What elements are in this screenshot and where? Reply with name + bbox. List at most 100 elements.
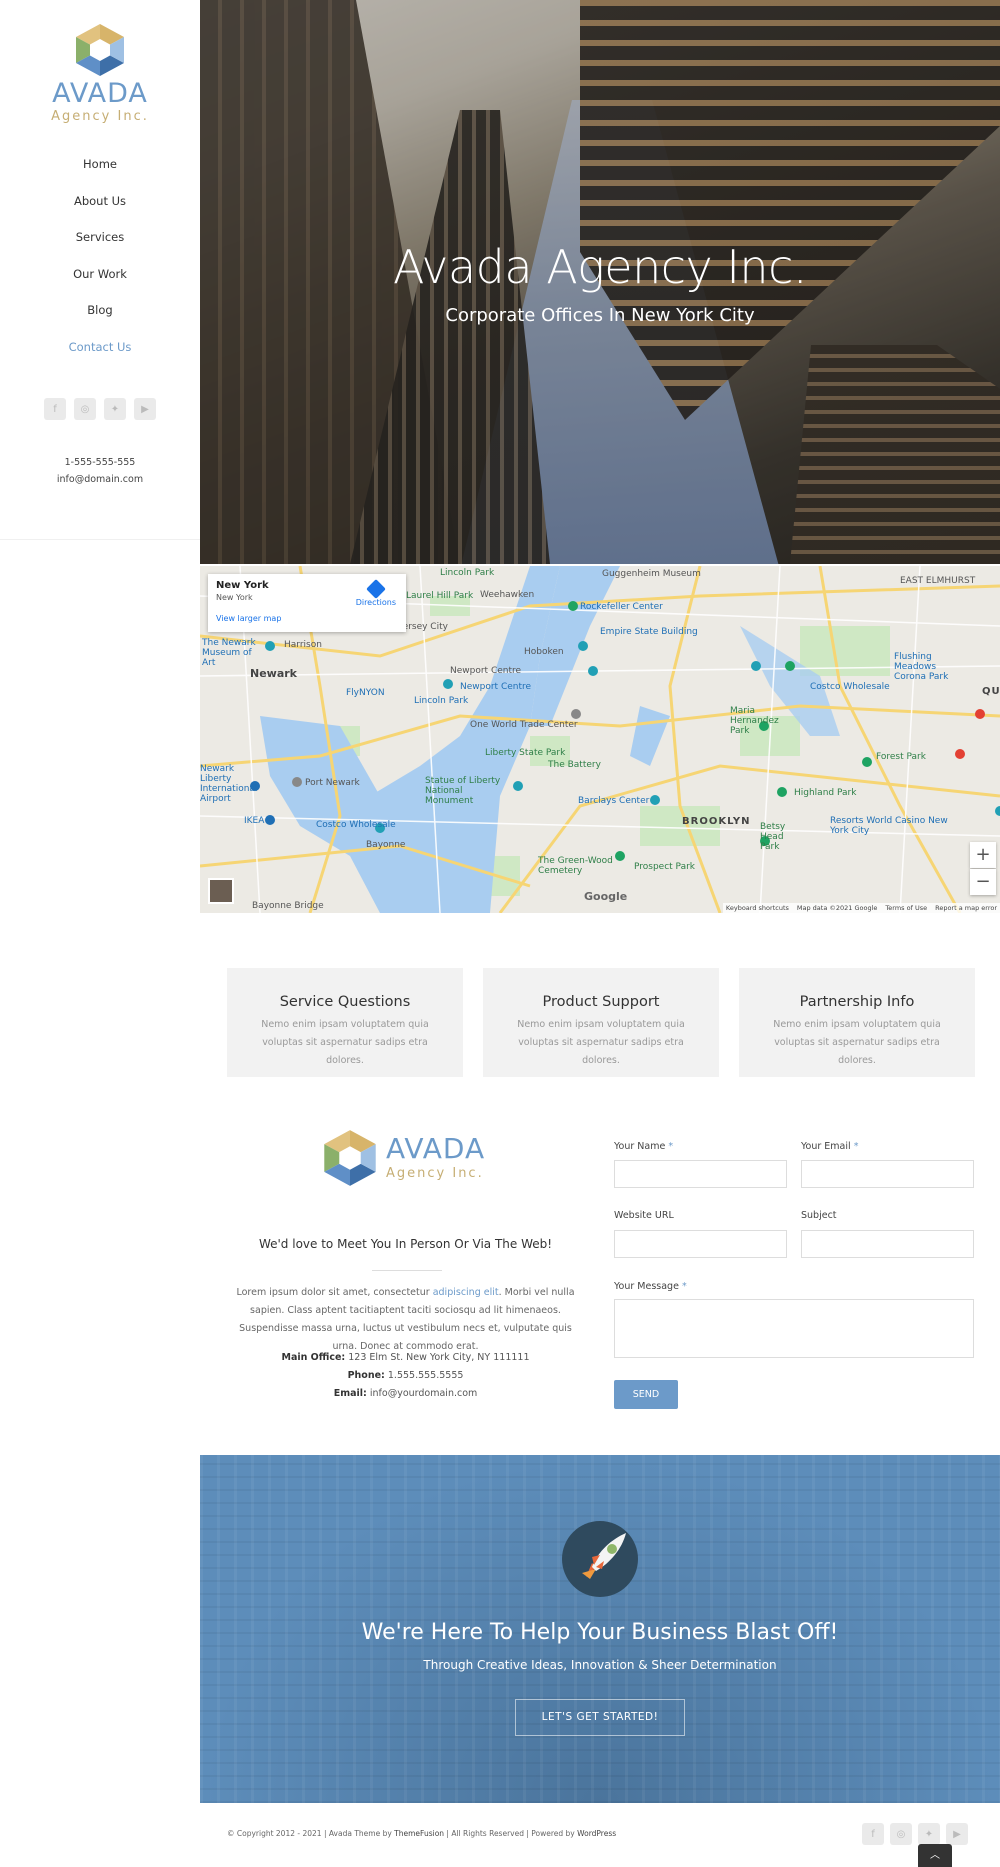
map-label: Guggenheim Museum (602, 569, 701, 579)
directions-icon (365, 579, 386, 599)
terms-of-use-link[interactable]: Terms of Use (885, 904, 927, 912)
map-label: One World Trade Center (470, 720, 578, 730)
map-info-card: New York New York View larger map Direct… (208, 574, 406, 632)
site-logo[interactable]: AVADA Agency Inc. (50, 22, 150, 124)
name-field[interactable] (614, 1160, 787, 1188)
map-label: BROOKLYN (682, 816, 751, 827)
map-label: Betsy Head Park (760, 822, 786, 852)
chevron-up-icon: ︿ (930, 1850, 940, 1861)
map-label: Hoboken (524, 647, 564, 657)
info-box-text: Nemo enim ipsam voluptatem quia voluptas… (773, 1019, 941, 1066)
hero-title: Avada Agency Inc. (393, 240, 808, 294)
zoom-out-button[interactable]: − (970, 869, 996, 895)
map-label: Port Newark (305, 778, 360, 788)
email-field[interactable] (801, 1160, 974, 1188)
nav-item-blog[interactable]: Blog (0, 298, 200, 335)
map-label: Costco Wholesale (810, 682, 890, 692)
website-url-label: Website URL (614, 1210, 674, 1221)
view-larger-map-link[interactable]: View larger map (216, 614, 398, 623)
message-field[interactable] (614, 1299, 974, 1358)
zoom-in-button[interactable]: + (970, 842, 996, 868)
nav-item-contact-us[interactable]: Contact Us (0, 335, 200, 372)
info-box-service-questions: Service Questions Nemo enim ipsam volupt… (227, 968, 463, 1077)
send-button[interactable]: SEND (614, 1380, 678, 1409)
cta-banner: We're Here To Help Your Business Blast O… (200, 1455, 1000, 1803)
street-view-thumbnail[interactable] (208, 878, 234, 904)
nav-item-home[interactable]: Home (0, 152, 200, 189)
twitter-icon[interactable]: ✦ (104, 398, 126, 420)
youtube-icon[interactable]: ▶ (946, 1823, 968, 1845)
contact-paragraph-link[interactable]: adipiscing elit (433, 1287, 499, 1298)
map-label: Prospect Park (634, 862, 696, 872)
map-label: Jersey City (400, 622, 448, 632)
info-box-title: Service Questions (279, 994, 411, 1010)
directions-label: Directions (355, 598, 396, 607)
sidebar-phone: 1-555-555-555 (64, 457, 136, 468)
email-field-label: Your Email * (801, 1141, 859, 1152)
map-label: Maria Hernandez Park (730, 706, 779, 736)
nav-item-our-work[interactable]: Our Work (0, 262, 200, 299)
google-map[interactable]: Guggenheim Museum Weehawken Lincoln Park… (200, 566, 1000, 913)
facebook-icon[interactable]: f (44, 398, 66, 420)
instagram-icon[interactable]: ◎ (890, 1823, 912, 1845)
sidebar-email[interactable]: info@domain.com (0, 471, 200, 488)
contact-phone: Phone: 1.555.555.5555 (347, 1370, 464, 1381)
logo-wordmark: AVADA (52, 78, 148, 109)
map-label: Barclays Center (578, 796, 650, 806)
contact-office: Main Office: 123 Elm St. New York City, … (281, 1352, 530, 1363)
subject-field[interactable] (801, 1230, 974, 1258)
map-label: Lincoln Park (440, 568, 495, 578)
info-box-title: Product Support (542, 994, 660, 1010)
logo-wordmark: AVADA (386, 1132, 486, 1165)
sidebar: AVADA Agency Inc. Home About Us Services… (0, 0, 200, 540)
keyboard-shortcuts-link[interactable]: Keyboard shortcuts (726, 904, 789, 912)
contact-email: Email: info@yourdomain.com (333, 1388, 478, 1399)
info-box-partnership-info: Partnership Info Nemo enim ipsam volupta… (739, 968, 975, 1077)
hexagon-logo-icon (76, 24, 124, 76)
info-box-title: Partnership Info (799, 994, 915, 1010)
wordpress-link[interactable]: WordPress (577, 1829, 616, 1838)
themefusion-link[interactable]: ThemeFusion (394, 1829, 444, 1838)
nav-item-services[interactable]: Services (0, 225, 200, 262)
map-label: Lincoln Park (414, 696, 469, 706)
map-label: Newport Centre (460, 682, 532, 692)
map-label: Highland Park (794, 788, 857, 798)
map-label: Empire State Building (600, 627, 698, 637)
map-label: Statue of Liberty National Monument (425, 776, 501, 806)
sidebar-contact: 1-555-555-555 info@domain.com (0, 454, 200, 488)
map-label: Costco Wholesale (316, 820, 396, 830)
instagram-icon[interactable]: ◎ (74, 398, 96, 420)
cta-subtitle: Through Creative Ideas, Innovation & She… (423, 1658, 777, 1672)
report-map-error-link[interactable]: Report a map error (935, 904, 997, 912)
hero-subtitle: Corporate Offices In New York City (445, 305, 755, 326)
map-label: Bayonne Bridge (252, 901, 324, 911)
back-to-top-button[interactable]: ︿ (918, 1844, 952, 1867)
twitter-icon[interactable]: ✦ (918, 1823, 940, 1845)
info-box-text: Nemo enim ipsam voluptatem quia voluptas… (517, 1019, 685, 1066)
map-label: The Battery (548, 760, 601, 770)
info-box-product-support: Product Support Nemo enim ipsam voluptat… (483, 968, 719, 1077)
info-boxes: Service Questions Nemo enim ipsam volupt… (227, 968, 975, 1077)
footer-social-links: f ◎ ✦ ▶ (862, 1823, 968, 1845)
map-label: Flushing Meadows Corona Park (894, 652, 949, 682)
map-label: Bayonne (366, 840, 406, 850)
youtube-icon[interactable]: ▶ (134, 398, 156, 420)
get-started-button[interactable]: LET'S GET STARTED! (515, 1699, 685, 1736)
sidebar-social-links: f ◎ ✦ ▶ (44, 398, 156, 420)
contact-paragraph: Lorem ipsum dolor sit amet, consectetur … (236, 1287, 575, 1352)
google-logo: Google (584, 890, 628, 903)
map-label: EAST ELMHURST (900, 576, 976, 586)
hexagon-logo-icon (324, 1130, 376, 1186)
logo-tagline: Agency Inc. (51, 109, 149, 124)
directions-button[interactable]: Directions (355, 579, 396, 607)
website-url-field[interactable] (614, 1230, 787, 1258)
map-label: Newark (250, 667, 297, 680)
main-nav: Home About Us Services Our Work Blog Con… (0, 152, 200, 371)
nav-item-about-us[interactable]: About Us (0, 189, 200, 226)
facebook-icon[interactable]: f (862, 1823, 884, 1845)
contact-details: Main Office: 123 Elm St. New York City, … (227, 1349, 584, 1403)
map-label: Liberty State Park (485, 748, 566, 758)
map-label: The Newark Museum of Art (202, 638, 256, 668)
contact-heading: We'd love to Meet You In Person Or Via T… (258, 1237, 553, 1251)
map-label: Weehawken (480, 590, 535, 600)
